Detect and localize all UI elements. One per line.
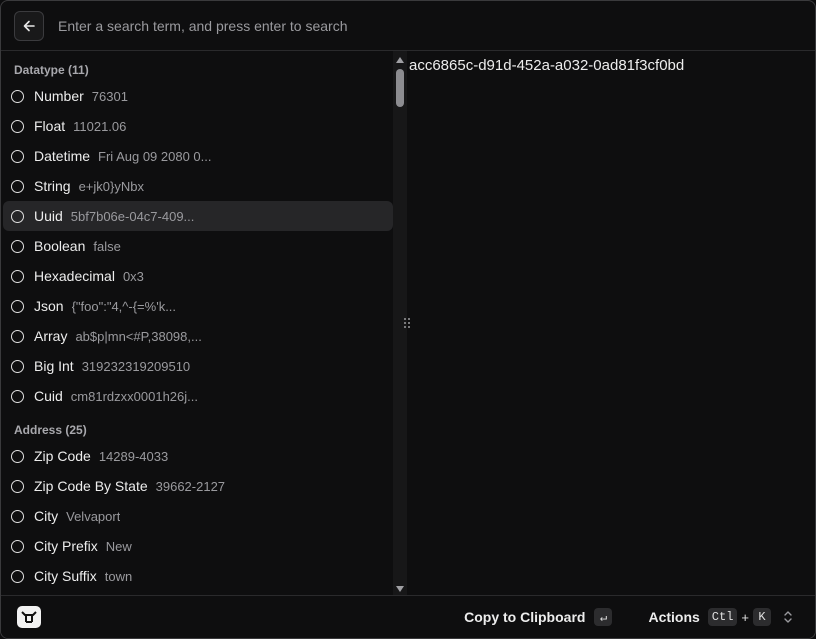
- radio-circle-icon: [11, 299, 24, 313]
- section-header: Datatype (11): [14, 63, 89, 77]
- list-item-value: Velvaport: [66, 508, 121, 524]
- list-item[interactable]: Json {"foo":"4,^-{=%'k...: [3, 291, 393, 321]
- list-item[interactable]: Float 11021.06: [3, 111, 393, 141]
- list-item-label: City Prefix: [34, 538, 98, 554]
- list-item[interactable]: City Velvaport: [3, 501, 393, 531]
- back-button[interactable]: [14, 10, 44, 41]
- list-item-label: String: [34, 178, 71, 194]
- radio-circle-icon: [11, 389, 24, 403]
- search-bar: [1, 1, 815, 51]
- detail-value: acc6865c-d91d-452a-a032-0ad81f3cf0bd: [409, 57, 685, 74]
- list-item[interactable]: Big Int 319232319209510: [3, 351, 393, 381]
- footer-actions: Copy to Clipboard ↵ Actions Ctl + K: [464, 608, 793, 626]
- k-key-hint: K: [753, 608, 771, 626]
- radio-circle-icon: [11, 209, 24, 223]
- pane-resize-handle[interactable]: [403, 318, 411, 328]
- list-item-label: Uuid: [34, 208, 63, 224]
- list-item[interactable]: City Suffix town: [3, 561, 393, 591]
- list-item-value: 39662-2127: [155, 478, 226, 494]
- radio-circle-icon: [11, 509, 24, 523]
- scroll-up-arrow-icon[interactable]: [396, 57, 404, 63]
- radio-circle-icon: [11, 89, 24, 103]
- radio-circle-icon: [11, 569, 24, 583]
- list-item[interactable]: Zip Code By State 39662-2127: [3, 471, 393, 501]
- list-item[interactable]: Hexadecimal 0x3: [3, 261, 393, 291]
- list-item[interactable]: Datetime Fri Aug 09 2080 0...: [3, 141, 393, 171]
- list-item-label: Datetime: [34, 148, 91, 164]
- list-item-label: Number: [34, 88, 84, 104]
- list-item-value: 5bf7b06e-04c7-409...: [70, 208, 195, 224]
- list-item-label: Big Int: [34, 358, 74, 374]
- ctrl-key-hint: Ctl: [707, 608, 738, 626]
- result-list: Datatype (11) Number 76301 Float 11021.06 Dat…: [1, 51, 393, 596]
- footer-bar: Copy to Clipboard ↵ Actions Ctl + K: [1, 595, 815, 638]
- list-item-value: e+jk0}yNbx: [78, 178, 144, 194]
- list-item-value: 11021.06: [73, 118, 127, 134]
- list-item-label: Array: [34, 328, 68, 344]
- list-item-value: 0x3: [122, 268, 144, 284]
- scroll-down-arrow-icon[interactable]: [396, 586, 404, 592]
- list-item[interactable]: Array ab$p|mn<#P,38098,...: [3, 321, 393, 351]
- list-item-label: Float: [34, 118, 66, 134]
- list-item-label: Boolean: [34, 238, 86, 254]
- scroll-thumb[interactable]: [396, 69, 404, 107]
- list-item[interactable]: Number 76301: [3, 81, 393, 111]
- list-item[interactable]: Uuid 5bf7b06e-04c7-409...: [3, 201, 393, 231]
- list-item-label: City: [34, 508, 59, 524]
- list-item[interactable]: Zip Code 14289-4033: [3, 441, 393, 471]
- radio-circle-icon: [11, 239, 24, 253]
- copy-to-clipboard-button[interactable]: Copy to Clipboard: [464, 609, 585, 625]
- list-item-value: town: [104, 568, 133, 584]
- list-item-value: 319232319209510: [81, 358, 191, 374]
- list-item-value: Fri Aug 09 2080 0...: [98, 148, 212, 164]
- radio-circle-icon: [11, 179, 24, 193]
- radio-circle-icon: [11, 449, 24, 463]
- list-item[interactable]: String e+jk0}yNbx: [3, 171, 393, 201]
- app-window: Datatype (11) Number 76301 Float 11021.06 Dat…: [0, 0, 816, 639]
- list-item-value: cm81rdzxx0001h26j...: [70, 388, 198, 404]
- list-item[interactable]: Boolean false: [3, 231, 393, 261]
- app-logo-icon[interactable]: [17, 606, 41, 628]
- section-header: Address (25): [14, 423, 87, 437]
- list-item-label: City Suffix: [34, 568, 97, 584]
- list-item-value: New: [105, 538, 132, 554]
- radio-circle-icon: [11, 149, 24, 163]
- radio-circle-icon: [11, 539, 24, 553]
- search-input[interactable]: [56, 9, 815, 42]
- chevron-up-down-icon[interactable]: [783, 610, 793, 624]
- list-item[interactable]: Cuid cm81rdzxx0001h26j...: [3, 381, 393, 411]
- list-item-label: Zip Code: [34, 448, 91, 464]
- list-item-value: {"foo":"4,^-{=%'k...: [71, 298, 177, 314]
- arrow-left-icon: [23, 20, 35, 31]
- list-item-value: ab$p|mn<#P,38098,...: [75, 328, 202, 344]
- list-item-label: Cuid: [34, 388, 63, 404]
- list-item[interactable]: City Prefix New: [3, 531, 393, 561]
- radio-circle-icon: [11, 269, 24, 283]
- list-item-value: 76301: [91, 88, 128, 104]
- app-logo-glyph: [21, 611, 37, 623]
- radio-circle-icon: [11, 119, 24, 133]
- list-item-value: 14289-4033: [98, 448, 169, 464]
- radio-circle-icon: [11, 479, 24, 493]
- key-plus-sign: +: [741, 609, 749, 625]
- actions-button[interactable]: Actions: [648, 609, 699, 625]
- list-item-value: false: [93, 238, 121, 254]
- list-item-label: Hexadecimal: [34, 268, 115, 284]
- radio-circle-icon: [11, 329, 24, 343]
- radio-circle-icon: [11, 359, 24, 373]
- list-item-label: Json: [34, 298, 64, 314]
- list-item-label: Zip Code By State: [34, 478, 148, 494]
- enter-key-hint: ↵: [594, 608, 613, 626]
